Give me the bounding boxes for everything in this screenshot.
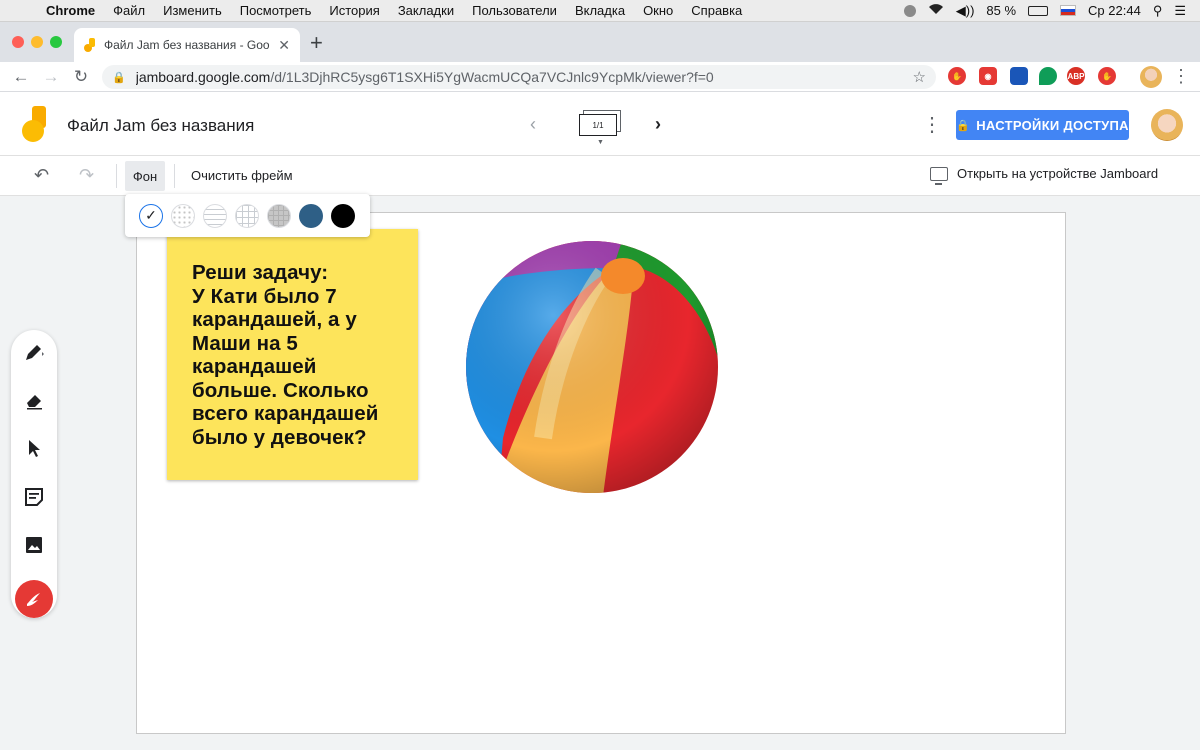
pen-icon[interactable]: [22, 340, 46, 364]
notification-center-icon[interactable]: ☰: [1174, 3, 1186, 19]
tool-rail: [11, 330, 57, 618]
select-icon[interactable]: [22, 436, 46, 460]
background-grid-option[interactable]: [235, 203, 259, 228]
previous-frame-chevron-icon[interactable]: ‹: [530, 114, 536, 135]
beach-ball-image[interactable]: [463, 238, 721, 496]
adblock-extension-icon[interactable]: ABP: [1067, 67, 1085, 85]
browser-navbar: ← → ↻ 🔒 jamboard.google.com/d/1L3DjhRC5y…: [0, 62, 1200, 92]
menu-tab[interactable]: Вкладка: [566, 3, 634, 18]
open-on-jamboard-label: Открыть на устройстве Jamboard: [957, 166, 1159, 181]
background-picker: ✓: [125, 194, 370, 237]
laser-icon[interactable]: [15, 580, 53, 618]
reload-button[interactable]: ↻: [66, 67, 96, 87]
jamboard-logo-icon[interactable]: [22, 106, 50, 142]
tab-close-icon[interactable]: ✕: [278, 37, 290, 54]
battery-percent[interactable]: 85 %: [986, 3, 1016, 18]
new-tab-button[interactable]: +: [310, 32, 323, 54]
profile-avatar[interactable]: [1140, 66, 1162, 88]
clock[interactable]: Ср 22:44: [1088, 3, 1141, 18]
next-frame-chevron-icon[interactable]: ›: [655, 114, 661, 135]
sticky-note-text: Реши задачу: У Кати было 7 карандашей, а…: [192, 261, 379, 449]
menu-people[interactable]: Пользователи: [463, 3, 566, 18]
menu-window[interactable]: Окно: [634, 3, 682, 18]
url-text[interactable]: jamboard.google.com/d/1L3DjhRC5ysg6T1SXH…: [136, 69, 913, 85]
browser-tabstrip: Файл Jam без названия - Goo ✕ +: [0, 22, 1200, 62]
menu-view[interactable]: Посмотреть: [231, 3, 321, 18]
browser-tab[interactable]: Файл Jam без названия - Goo ✕: [74, 28, 300, 62]
background-black-option[interactable]: [331, 203, 355, 228]
back-button[interactable]: ←: [6, 67, 36, 87]
status-dot-icon[interactable]: [903, 4, 916, 17]
frame-counter: 1/1: [579, 114, 617, 136]
window-minimize-button[interactable]: [31, 36, 43, 48]
more-options-icon[interactable]: ⋮: [922, 112, 942, 137]
monitor-icon: [930, 166, 948, 185]
tab-title: Файл Jam без названия - Goo: [104, 38, 270, 52]
os-menubar: Chrome Файл Изменить Посмотреть История …: [0, 0, 1200, 22]
menu-history[interactable]: История: [320, 3, 388, 18]
image-icon[interactable]: [22, 533, 46, 557]
input-language-flag-icon[interactable]: [1060, 5, 1077, 16]
background-dots-option[interactable]: [171, 203, 195, 228]
document-title[interactable]: Файл Jam без названия: [67, 116, 254, 136]
forward-button[interactable]: →: [36, 67, 66, 87]
red-hand-extension-icon[interactable]: ✋: [1098, 67, 1116, 85]
menu-bookmarks[interactable]: Закладки: [389, 3, 463, 18]
sticky-note[interactable]: Реши задачу: У Кати было 7 карандашей, а…: [167, 229, 418, 480]
toolbar-divider: [174, 164, 175, 188]
account-avatar[interactable]: [1151, 109, 1183, 141]
menu-edit[interactable]: Изменить: [154, 3, 231, 18]
menu-file[interactable]: Файл: [104, 3, 154, 18]
blue-extension-icon[interactable]: [1010, 67, 1028, 85]
app-menu[interactable]: Chrome: [40, 3, 104, 18]
sticky-note-icon[interactable]: [22, 485, 46, 509]
clear-frame-button[interactable]: Очистить фрейм: [191, 168, 293, 183]
lock-icon[interactable]: 🔒: [112, 71, 126, 84]
green-extension-icon[interactable]: [1039, 67, 1057, 85]
window-zoom-button[interactable]: [50, 36, 62, 48]
open-on-jamboard-button[interactable]: Открыть на устройстве Jamboard: [930, 166, 1159, 185]
address-bar[interactable]: 🔒 jamboard.google.com/d/1L3DjhRC5ysg6T1S…: [102, 65, 936, 89]
background-button[interactable]: Фон: [125, 161, 165, 191]
volume-icon[interactable]: ◀)): [956, 3, 975, 19]
wifi-icon[interactable]: [928, 3, 944, 18]
undo-icon[interactable]: ↶: [34, 165, 49, 186]
frame-bar-button[interactable]: 1/1: [579, 110, 621, 138]
menu-help[interactable]: Справка: [682, 3, 751, 18]
background-lines-option[interactable]: [203, 203, 227, 228]
share-button[interactable]: 🔒 НАСТРОЙКИ ДОСТУПА: [956, 110, 1129, 140]
red-stop-extension-icon[interactable]: ✋: [948, 67, 966, 85]
bookmark-star-icon[interactable]: ☆: [913, 68, 926, 86]
background-gray-grid-option[interactable]: [267, 203, 291, 228]
checkmark-icon: ✓: [145, 207, 157, 223]
background-blue-option[interactable]: [299, 203, 323, 228]
spotlight-search-icon[interactable]: ⚲: [1153, 3, 1163, 19]
redo-icon[interactable]: ↷: [79, 165, 94, 186]
browser-menu-icon[interactable]: ⋮: [1172, 66, 1190, 87]
eraser-icon[interactable]: [22, 388, 46, 412]
edit-toolbar: ↶ ↷ Фон Очистить фрейм Открыть на устрой…: [0, 156, 1200, 196]
window-close-button[interactable]: [12, 36, 24, 48]
battery-icon[interactable]: [1028, 5, 1049, 16]
red-record-extension-icon[interactable]: ◉: [979, 67, 997, 85]
toolbar-divider: [116, 164, 117, 188]
share-button-label: НАСТРОЙКИ ДОСТУПА: [976, 117, 1129, 133]
app-header: Файл Jam без названия ‹ 1/1 ▼ › ⋮ 🔒 НАСТ…: [0, 92, 1200, 156]
jamboard-favicon-icon: [84, 38, 96, 52]
background-plain-option[interactable]: ✓: [139, 203, 163, 228]
frame-bar-caret-icon[interactable]: ▼: [597, 139, 604, 146]
lock-icon: 🔒: [956, 119, 971, 132]
